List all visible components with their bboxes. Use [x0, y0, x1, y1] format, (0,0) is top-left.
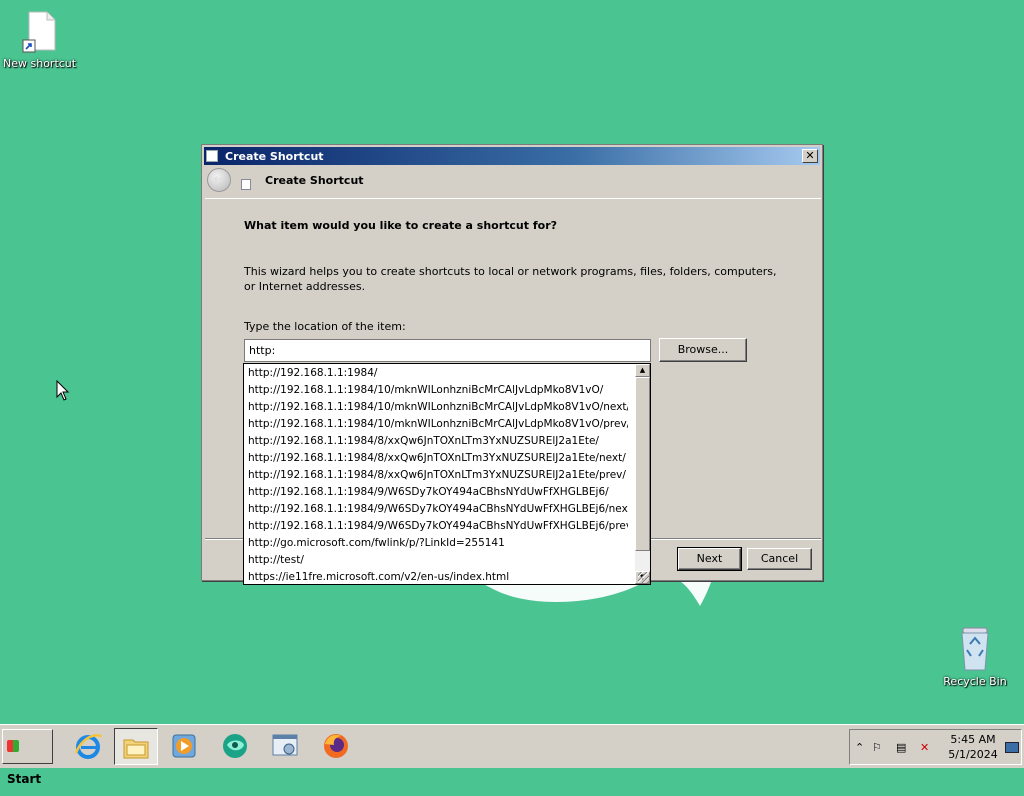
- chat-app-icon: [223, 734, 247, 758]
- taskbar: Start ⌃ ⚐ ▤ ✕ 5:45 AM 5/1/2024: [0, 724, 1024, 786]
- wizard-header: ← Create Shortcut: [204, 165, 820, 197]
- clock-time: 5:45 AM: [950, 733, 996, 746]
- cancel-button[interactable]: Cancel: [747, 548, 812, 570]
- autocomplete-item[interactable]: http://192.168.1.1:1984/10/mknWILonhzniB…: [248, 382, 628, 399]
- shortcut-icon: [206, 150, 218, 162]
- autocomplete-item[interactable]: http://go.microsoft.com/fwlink/p/?LinkId…: [248, 535, 628, 552]
- internet-explorer-icon: [74, 734, 103, 759]
- location-label: Type the location of the item:: [244, 320, 406, 333]
- desktop-icon-label: Recycle Bin: [943, 675, 1007, 688]
- media-player-icon: [172, 734, 196, 758]
- autocomplete-scrollbar[interactable]: ▲ ▼: [635, 364, 650, 584]
- dialog-title-bar[interactable]: Create Shortcut ✕: [204, 147, 820, 165]
- network-icon[interactable]: ▤: [896, 742, 906, 754]
- clock[interactable]: 5:45 AM 5/1/2024: [946, 732, 1000, 762]
- windows-logo-icon: [7, 740, 19, 752]
- desktop-icon-label: New shortcut: [3, 57, 77, 70]
- show-desktop-icon[interactable]: [1005, 742, 1019, 753]
- system-tray: ⌃ ⚐ ▤ ✕ 5:45 AM 5/1/2024: [849, 729, 1022, 765]
- chevron-up-icon[interactable]: ⌃: [855, 742, 864, 754]
- taskbar-chat-app[interactable]: [213, 728, 257, 765]
- firefox-icon: [324, 734, 348, 758]
- file-explorer-icon: [123, 739, 149, 759]
- scroll-up-icon[interactable]: ▲: [635, 364, 650, 377]
- resize-grip-icon[interactable]: [638, 572, 649, 583]
- wizard-title: Create Shortcut: [265, 174, 364, 187]
- autocomplete-item[interactable]: https://ie11fre.microsoft.com/v2/en-us/i…: [248, 569, 628, 584]
- shortcut-icon: [241, 179, 251, 190]
- wizard-question: What item would you like to create a sho…: [244, 219, 558, 232]
- autocomplete-item[interactable]: http://192.168.1.1:1984/10/mknWILonhzniB…: [248, 416, 628, 433]
- taskbar-media-player[interactable]: [162, 728, 206, 765]
- autocomplete-item[interactable]: http://192.168.1.1:1984/9/W6SDy7kOY494aC…: [248, 518, 628, 535]
- autocomplete-item[interactable]: http://192.168.1.1:1984/9/W6SDy7kOY494aC…: [248, 501, 628, 518]
- close-button[interactable]: ✕: [802, 149, 818, 163]
- mouse-cursor-icon: [56, 380, 70, 401]
- taskbar-internet-explorer[interactable]: [66, 728, 110, 765]
- autocomplete-item[interactable]: http://192.168.1.1:1984/8/xxQw6JnTOXnLTm…: [248, 450, 628, 467]
- volume-muted-icon[interactable]: ✕: [920, 742, 929, 754]
- next-button[interactable]: Next: [677, 547, 742, 571]
- start-label: Start: [7, 772, 42, 786]
- autocomplete-dropdown[interactable]: http://192.168.1.1:1984/ http://192.168.…: [243, 363, 651, 585]
- back-arrow-icon: ←: [213, 172, 225, 187]
- recycle-bin-icon: [961, 627, 989, 671]
- autocomplete-item[interactable]: http://192.168.1.1:1984/: [248, 365, 628, 382]
- scrollbar-thumb[interactable]: [635, 377, 650, 551]
- shortcut-file-icon: [22, 11, 56, 53]
- flag-icon[interactable]: ⚐: [872, 742, 882, 754]
- back-button[interactable]: ←: [207, 168, 231, 192]
- wizard-description: This wizard helps you to create shortcut…: [244, 265, 777, 293]
- taskbar-firefox[interactable]: [314, 728, 358, 765]
- taskbar-control-panel[interactable]: [263, 728, 307, 765]
- autocomplete-item[interactable]: http://test/: [248, 552, 628, 569]
- dialog-title: Create Shortcut: [225, 150, 324, 163]
- taskbar-file-explorer[interactable]: [114, 728, 158, 765]
- autocomplete-list: http://192.168.1.1:1984/ http://192.168.…: [244, 364, 650, 584]
- autocomplete-item[interactable]: http://192.168.1.1:1984/8/xxQw6JnTOXnLTm…: [248, 433, 628, 450]
- autocomplete-item[interactable]: http://192.168.1.1:1984/9/W6SDy7kOY494aC…: [248, 484, 628, 501]
- location-input[interactable]: [244, 339, 651, 362]
- autocomplete-item[interactable]: http://192.168.1.1:1984/10/mknWILonhzniB…: [248, 399, 628, 416]
- clock-date: 5/1/2024: [948, 748, 998, 761]
- browse-button[interactable]: Browse...: [659, 338, 747, 362]
- control-panel-icon: [272, 734, 298, 756]
- start-button[interactable]: Start: [2, 729, 53, 786]
- desktop-icon-new-shortcut[interactable]: New shortcut: [3, 10, 77, 70]
- autocomplete-item[interactable]: http://192.168.1.1:1984/8/xxQw6JnTOXnLTm…: [248, 467, 628, 484]
- desktop-icon-recycle-bin[interactable]: Recycle Bin: [939, 626, 1011, 688]
